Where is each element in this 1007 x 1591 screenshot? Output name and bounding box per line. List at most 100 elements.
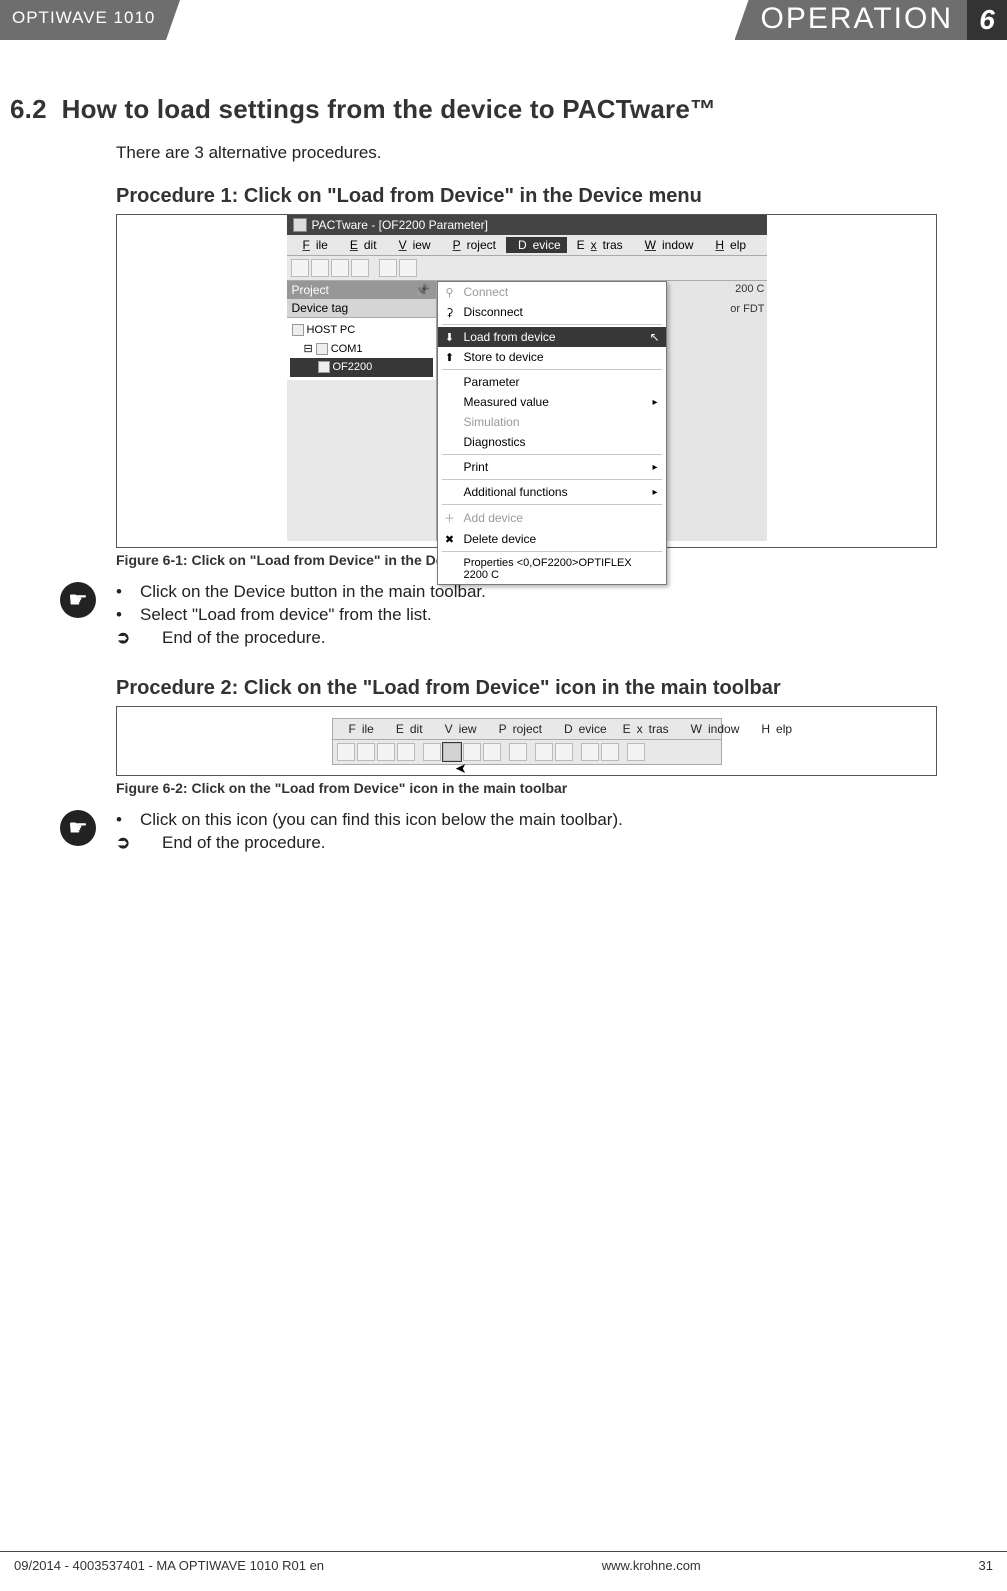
toolbar-button[interactable] — [535, 743, 553, 761]
panel-pin-icon[interactable]: 📌 — [416, 283, 431, 297]
toolbar-button[interactable] — [377, 743, 395, 761]
toolbar-button[interactable] — [397, 743, 415, 761]
cursor-icon: ↖ — [649, 330, 659, 344]
menu-device[interactable]: Device — [552, 721, 613, 737]
proc2-end: End of the procedure. — [140, 833, 326, 853]
menubar: File Edit View Project Device Extras Win… — [332, 718, 722, 739]
toolbar-button[interactable] — [463, 743, 481, 761]
project-panel: Project📌 Device tag HOST PC ⊟COM1 OF2200 — [287, 281, 437, 541]
device-tree: HOST PC ⊟COM1 OF2200 — [287, 318, 436, 380]
menu-edit[interactable]: Edit — [338, 237, 383, 253]
footer-center: www.krohne.com — [602, 1558, 701, 1573]
connect-icon: ⚲ — [442, 286, 458, 299]
tree-host[interactable]: HOST PC — [290, 321, 433, 340]
device-icon — [318, 361, 330, 373]
toolbar-button[interactable] — [555, 743, 573, 761]
pactware-window: PACTware - [OF2200 Parameter] File Edit … — [287, 215, 767, 547]
disconnect-icon: ⚳ — [442, 306, 458, 319]
menu-item-diagnostics[interactable]: Diagnostics — [438, 432, 666, 452]
menu-item-properties[interactable]: Properties <0,OF2200>OPTIFLEX 2200 C — [438, 554, 666, 584]
toolbar-button[interactable] — [357, 743, 375, 761]
tree-device[interactable]: OF2200 — [290, 358, 433, 377]
figure-6-2: File Edit View Project Device Extras Win… — [116, 706, 937, 776]
intro-text: There are 3 alternative procedures. — [116, 143, 937, 163]
toolbar-button[interactable] — [423, 743, 441, 761]
proc1-step1: Click on the Device button in the main t… — [140, 582, 486, 602]
proc2-step1: Click on this icon (you can find this ic… — [140, 810, 623, 830]
store-icon: ⬆ — [442, 351, 458, 364]
submenu-arrow-icon: ▸ — [652, 487, 657, 498]
menu-extras[interactable]: Extras — [571, 237, 629, 253]
pactware-toolbar: File Edit View Project Device Extras Win… — [332, 718, 722, 765]
menu-window[interactable]: Window — [633, 237, 700, 253]
menu-item-simulation[interactable]: Simulation — [438, 412, 666, 432]
toolbar-button[interactable] — [483, 743, 501, 761]
pc-icon — [292, 324, 304, 336]
menu-item-delete-device[interactable]: ✖Delete device — [438, 529, 666, 549]
figure-6-1: PACTware - [OF2200 Parameter] File Edit … — [116, 214, 937, 548]
toolbar-button[interactable] — [581, 743, 599, 761]
product-tab: OPTIWAVE 1010 — [0, 0, 180, 40]
device-menu-dropdown: ⚲Connect ⚳Disconnect ⬇Load from device↖ … — [437, 281, 667, 585]
figure-6-2-caption: Figure 6-2: Click on the "Load from Devi… — [116, 780, 937, 796]
app-icon — [293, 218, 307, 232]
delete-icon: ✖ — [442, 533, 458, 546]
load-from-device-button[interactable] — [443, 743, 461, 761]
arrow-icon: ➲ — [116, 628, 140, 648]
page-footer: 09/2014 - 4003537401 - MA OPTIWAVE 1010 … — [0, 1551, 1007, 1573]
menu-project[interactable]: Project — [487, 721, 548, 737]
menu-item-print[interactable]: Print▸ — [438, 457, 666, 477]
toolbar-button[interactable] — [601, 743, 619, 761]
toolbar-button[interactable] — [627, 743, 645, 761]
page-number: 31 — [979, 1558, 993, 1573]
toolbar-button[interactable] — [291, 259, 309, 277]
menu-item-add-device[interactable]: ＋Add device — [438, 507, 666, 529]
submenu-arrow-icon: ▸ — [652, 397, 657, 408]
menu-project[interactable]: Project — [441, 237, 502, 253]
menu-item-measured-value[interactable]: Measured value▸ — [438, 392, 666, 412]
menu-edit[interactable]: Edit — [384, 721, 429, 737]
menu-item-load-from-device[interactable]: ⬇Load from device↖ — [438, 327, 666, 347]
toolbar-button[interactable] — [351, 259, 369, 277]
menu-file[interactable]: File — [337, 721, 380, 737]
hand-icon: ☛ — [60, 810, 96, 846]
menu-help[interactable]: Help — [749, 721, 798, 737]
toolbar-button[interactable] — [337, 743, 355, 761]
menu-view[interactable]: View — [433, 721, 483, 737]
menu-file[interactable]: File — [291, 237, 334, 253]
proc1-step2: Select "Load from device" from the list. — [140, 605, 432, 625]
submenu-arrow-icon: ▸ — [652, 462, 657, 473]
port-icon — [316, 343, 328, 355]
toolbar-button[interactable] — [379, 259, 397, 277]
section-title: 6.2 How to load settings from the device… — [10, 94, 947, 125]
menubar: File Edit View Project Device Extras Win… — [287, 235, 767, 256]
menu-item-disconnect[interactable]: ⚳Disconnect — [438, 302, 666, 322]
menu-help[interactable]: Help — [703, 237, 752, 253]
menu-window[interactable]: Window — [679, 721, 746, 737]
toolbar-button[interactable] — [399, 259, 417, 277]
menu-item-store-to-device[interactable]: ⬆Store to device — [438, 347, 666, 367]
menu-view[interactable]: View — [387, 237, 437, 253]
menu-device[interactable]: Device — [506, 237, 567, 253]
toolbar-button[interactable] — [311, 259, 329, 277]
menu-item-connect[interactable]: ⚲Connect — [438, 282, 666, 302]
tree-com[interactable]: ⊟COM1 — [290, 340, 433, 359]
section-label: OPERATION — [735, 0, 967, 40]
chapter-number: 6 — [967, 0, 1007, 40]
menu-item-parameter[interactable]: Parameter — [438, 372, 666, 392]
toolbar-button[interactable] — [509, 743, 527, 761]
cursor-icon: ➤ — [455, 760, 467, 777]
menu-item-additional-functions[interactable]: Additional functions▸ — [438, 482, 666, 502]
window-titlebar: PACTware - [OF2200 Parameter] — [287, 215, 767, 235]
add-icon: ＋ — [442, 510, 458, 526]
procedure2-title: Procedure 2: Click on the "Load from Dev… — [116, 677, 937, 700]
toolbar: ➤ — [332, 739, 722, 765]
arrow-icon: ➲ — [116, 833, 140, 853]
load-icon: ⬇ — [442, 331, 458, 344]
toolbar — [287, 256, 767, 281]
menu-extras[interactable]: Extras — [617, 721, 675, 737]
toolbar-button[interactable] — [331, 259, 349, 277]
proc1-end: End of the procedure. — [140, 628, 326, 648]
hand-icon: ☛ — [60, 582, 96, 618]
footer-left: 09/2014 - 4003537401 - MA OPTIWAVE 1010 … — [14, 1558, 324, 1573]
